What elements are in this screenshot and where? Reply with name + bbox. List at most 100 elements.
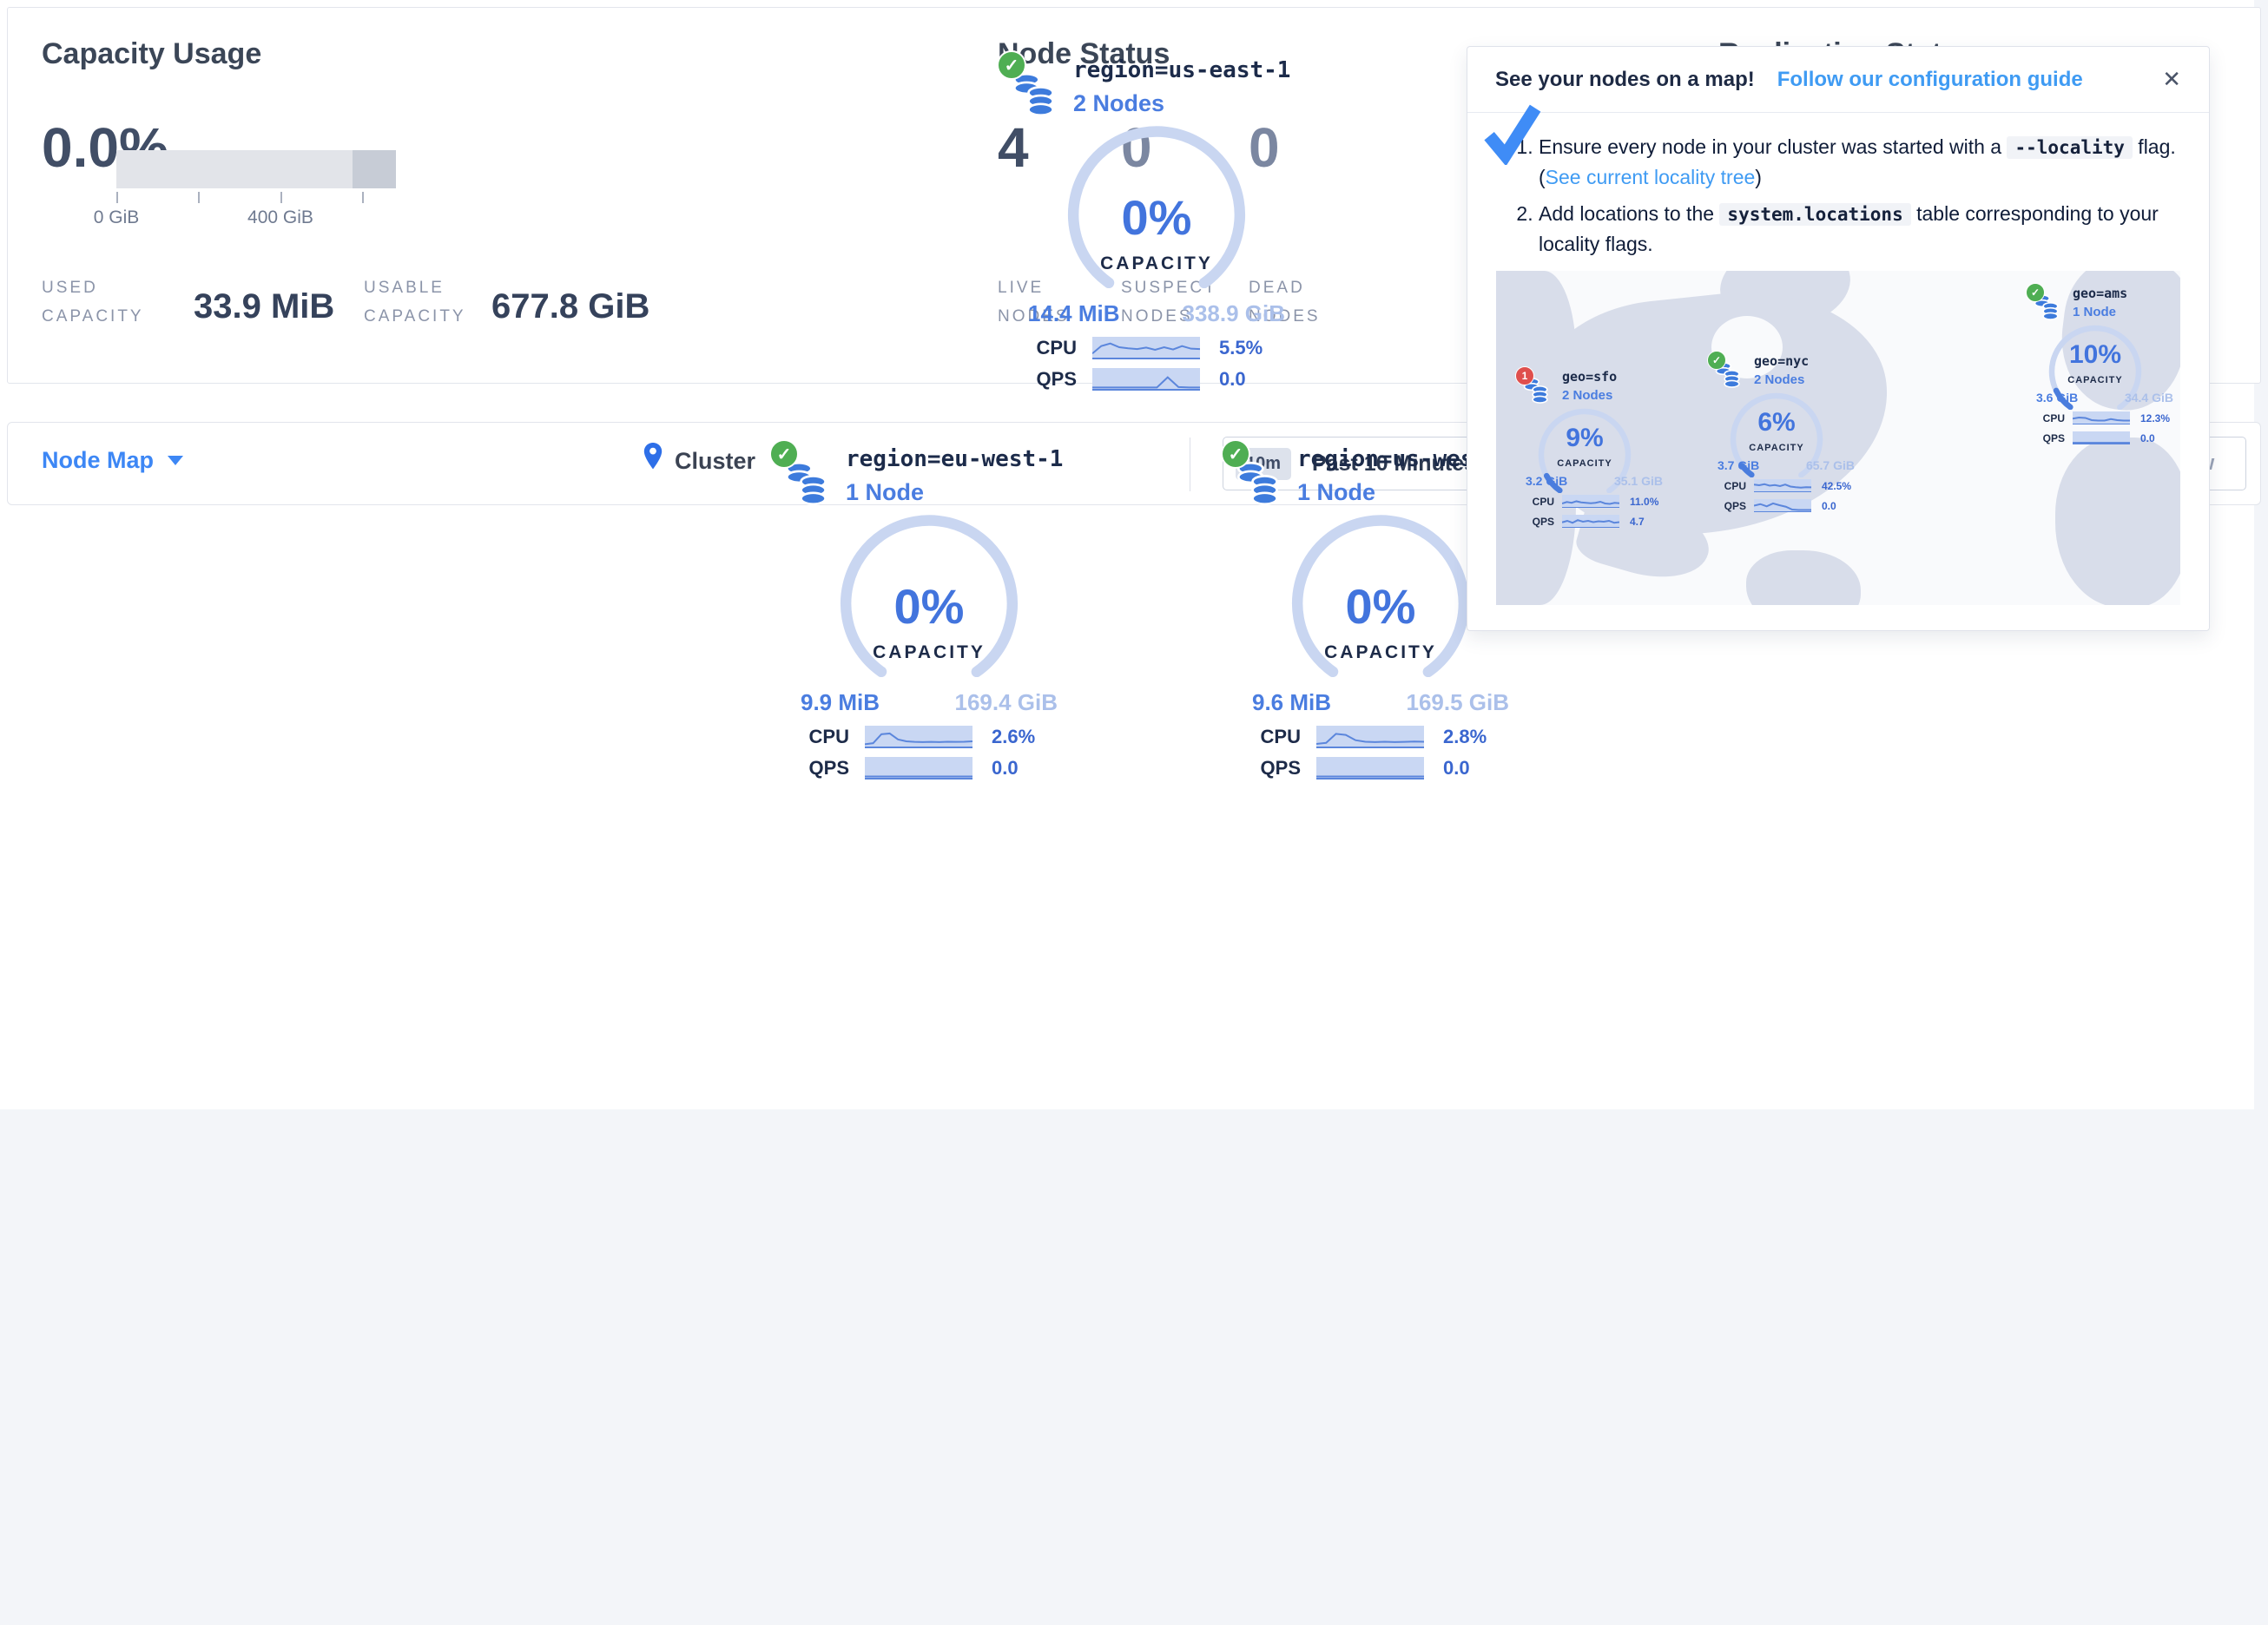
used-capacity: 3.2 GiB xyxy=(1526,474,1567,488)
used-capacity: 3.7 GiB xyxy=(1717,458,1759,472)
axis-tick xyxy=(280,192,282,203)
breadcrumb-cluster[interactable]: Cluster xyxy=(675,448,755,475)
qps-metric-row: QPS 0.0 xyxy=(1026,368,1308,391)
capacity-label: CAPACITY xyxy=(1281,642,1480,663)
used-capacity: 9.9 MiB xyxy=(801,689,880,716)
total-capacity: 34.4 GiB xyxy=(2125,391,2173,405)
cpu-label: CPU xyxy=(799,726,865,748)
total-capacity: 169.4 GiB xyxy=(954,689,1058,716)
cpu-metric-row: CPU 12.3% xyxy=(2038,411,2180,424)
qps-sparkline xyxy=(1092,368,1200,391)
locality-label: geo=nyc xyxy=(1754,353,1809,369)
node-count: 1 Node xyxy=(2073,305,2116,319)
world-map-preview: 1 geo=sfo 2 Nodes 9% CAPACITY xyxy=(1496,271,2180,605)
used-capacity: 9.6 MiB xyxy=(1252,689,1331,716)
node-count-link[interactable]: 1 Node xyxy=(846,479,924,506)
view-mode-dropdown[interactable]: Node Map xyxy=(42,447,183,474)
cpu-metric-row: CPU 2.8% xyxy=(1250,726,1532,748)
capacity-label: CAPACITY xyxy=(1724,443,1829,453)
setup-step: Ensure every node in your cluster was st… xyxy=(1539,132,2185,192)
node-count-link[interactable]: 1 Node xyxy=(1297,479,1375,506)
node-count: 2 Nodes xyxy=(1562,388,1612,403)
used-capacity: 14.4 MiB xyxy=(1028,300,1120,327)
capacity-usage-bar xyxy=(116,150,396,188)
cpu-metric-row: CPU 2.6% xyxy=(799,726,1080,748)
healthy-check-icon xyxy=(1707,351,1726,370)
qps-label: QPS xyxy=(799,757,865,780)
setup-steps-list: Ensure every node in your cluster was st… xyxy=(1506,132,2185,259)
capacity-percent: 0% xyxy=(829,578,1029,635)
cpu-label: CPU xyxy=(1527,496,1562,508)
capacity-usage-title: Capacity Usage xyxy=(42,37,261,71)
qps-label: QPS xyxy=(1026,368,1092,391)
capacity-percent: 10% xyxy=(2043,340,2147,370)
capacity-percent: 6% xyxy=(1724,408,1829,438)
qps-sparkline xyxy=(1754,499,1811,512)
qps-sparkline xyxy=(1316,757,1424,780)
qps-metric-row: QPS 0.0 xyxy=(2038,431,2180,444)
cpu-label: CPU xyxy=(1719,480,1754,492)
setup-step: Add locations to the system.locations ta… xyxy=(1539,199,2185,259)
axis-tick xyxy=(116,192,118,203)
capacity-percent: 0% xyxy=(1281,578,1480,635)
qps-value: 0.0 xyxy=(992,757,1019,780)
cpu-sparkline xyxy=(1754,479,1811,492)
qps-sparkline xyxy=(865,757,972,780)
capacity-gauge: 0% CAPACITY xyxy=(1281,503,1480,677)
cpu-label: CPU xyxy=(2038,412,2073,424)
tooltip-header: See your nodes on a map! Follow our conf… xyxy=(1467,47,2209,113)
cpu-value: 11.0% xyxy=(1630,496,1658,508)
capacity-gauge: 0% CAPACITY xyxy=(829,503,1029,677)
used-capacity: 3.6 GiB xyxy=(2036,391,2078,405)
node-count: 2 Nodes xyxy=(1754,372,1804,387)
node-region-group-us-east-1[interactable]: region=us-east-1 2 Nodes 0% CAPACITY 14.… xyxy=(992,50,1322,401)
node-locality-group-nyc: geo=nyc 2 Nodes 6% CAPACITY 3.7 GiB 65.7… xyxy=(1707,351,1872,516)
qps-metric-row: QPS 0.0 xyxy=(799,757,1080,780)
cpu-label: CPU xyxy=(1026,337,1092,359)
total-capacity: 338.9 GiB xyxy=(1182,300,1285,327)
cpu-metric-row: CPU 5.5% xyxy=(1026,337,1308,359)
cpu-sparkline xyxy=(1316,726,1424,748)
node-region-group-eu-west-1[interactable]: region=eu-west-1 1 Node 0% CAPACITY 9.9 … xyxy=(764,439,1094,790)
cpu-value: 42.5% xyxy=(1822,480,1851,492)
usable-capacity-value: 677.8 GiB xyxy=(491,287,649,326)
database-icon xyxy=(785,460,828,507)
cpu-metric-row: CPU 11.0% xyxy=(1527,495,1675,508)
capacity-label: CAPACITY xyxy=(829,642,1029,663)
capacity-gauge: 0% CAPACITY xyxy=(1057,115,1256,288)
node-locality-group-ams: geo=ams 1 Node 10% CAPACITY 3.6 GiB 34.4… xyxy=(2026,283,2180,448)
node-count-link[interactable]: 2 Nodes xyxy=(1073,90,1164,117)
cpu-sparkline xyxy=(1562,495,1619,508)
qps-label: QPS xyxy=(2038,432,2073,444)
qps-value: 4.7 xyxy=(1630,516,1645,528)
axis-tick xyxy=(362,192,364,203)
qps-metric-row: QPS 0.0 xyxy=(1250,757,1532,780)
tooltip-title: See your nodes on a map! xyxy=(1495,68,1755,92)
node-locality-group-sfo: 1 geo=sfo 2 Nodes 9% CAPACITY xyxy=(1515,366,1680,531)
map-setup-tooltip: See your nodes on a map! Follow our conf… xyxy=(1467,46,2210,631)
code-snippet: system.locations xyxy=(1719,203,1910,226)
capacity-label: CAPACITY xyxy=(1533,458,1637,469)
locality-label: geo=sfo xyxy=(1562,369,1617,385)
capacity-bar-other-segment xyxy=(353,150,396,188)
qps-sparkline xyxy=(1562,515,1619,528)
view-mode-label: Node Map xyxy=(42,447,154,474)
locality-tree-link[interactable]: See current locality tree xyxy=(1546,166,1756,188)
blue-check-icon xyxy=(1480,101,1544,165)
close-icon[interactable]: ✕ xyxy=(2162,66,2181,93)
cpu-sparkline xyxy=(2073,411,2130,424)
region-label: region=us-east-1 xyxy=(1073,57,1290,83)
map-land-shape xyxy=(1746,550,1861,605)
healthy-check-icon xyxy=(1221,439,1250,469)
chevron-down-icon xyxy=(168,456,183,465)
capacity-label: CAPACITY xyxy=(2043,375,2147,385)
configuration-guide-link[interactable]: Follow our configuration guide xyxy=(1777,68,2083,92)
used-capacity-value: 33.9 MiB xyxy=(194,287,334,326)
axis-tick xyxy=(198,192,200,203)
database-icon xyxy=(1012,71,1056,118)
qps-label: QPS xyxy=(1527,516,1562,528)
healthy-check-icon xyxy=(769,439,799,469)
qps-metric-row: QPS 0.0 xyxy=(1719,499,1867,512)
capacity-percent: 9% xyxy=(1533,424,1637,453)
used-capacity-label: USED CAPACITY xyxy=(42,273,144,331)
